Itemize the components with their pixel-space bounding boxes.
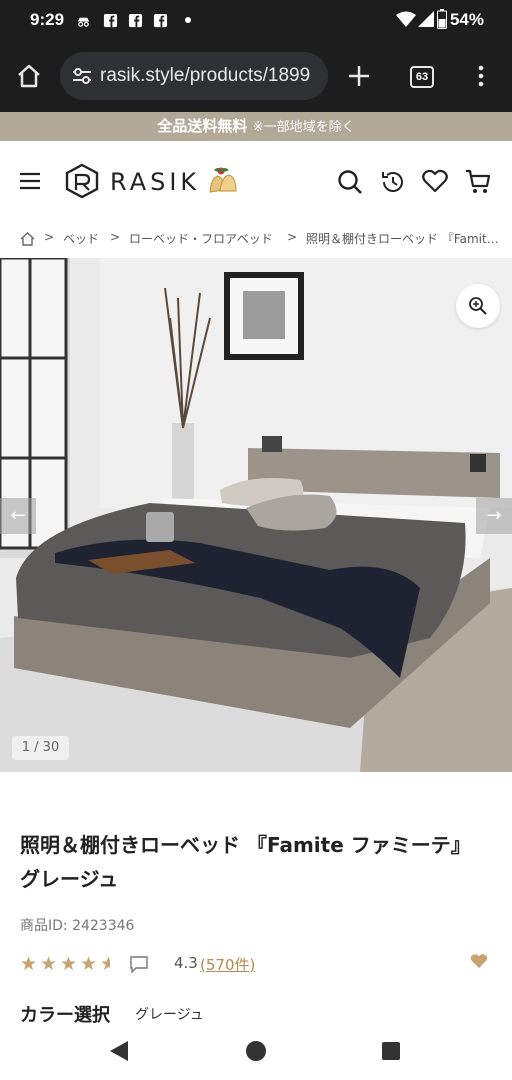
product-photo-bedroom: [0, 258, 512, 772]
battery-icon: [437, 9, 447, 29]
history-icon[interactable]: [380, 169, 406, 195]
breadcrumb-item-bed[interactable]: ベッド: [63, 230, 99, 247]
breadcrumb: > ベッド > ローベッド・フロアベッド > 照明＆棚付きローベッド 『Fami…: [0, 223, 512, 257]
review-comment-icon: [130, 956, 148, 973]
arrow-left-icon: ←: [10, 505, 26, 526]
wifi-icon: [396, 11, 416, 27]
shipping-promo-banner: 全品送料無料 ※一部地域を除く: [0, 112, 512, 141]
more-menu-icon[interactable]: [476, 64, 486, 88]
home-button-icon[interactable]: [245, 1040, 267, 1062]
facebook-icon: [103, 13, 118, 28]
gallery-counter: 1 / 30: [12, 736, 69, 760]
status-time: 9:29: [30, 10, 65, 29]
cart-icon[interactable]: [465, 169, 491, 195]
product-id: 商品ID: 2423346: [20, 918, 135, 934]
recents-icon[interactable]: [381, 1041, 401, 1061]
breadcrumb-separator: >: [110, 230, 121, 244]
site-logo[interactable]: RASIK: [110, 168, 200, 196]
dot-icon: [185, 17, 191, 23]
star-half-icon: ★: [100, 953, 110, 975]
zoom-button[interactable]: [456, 284, 500, 328]
home-icon[interactable]: [16, 64, 42, 88]
breadcrumb-item-current: 照明＆棚付きローベッド 『Famit…: [306, 232, 499, 246]
product-title: 照明＆棚付きローベッド 『Famite ファミーテ』グレージュ: [20, 833, 471, 891]
arrow-right-icon: →: [486, 505, 502, 526]
site-settings-icon[interactable]: [72, 67, 92, 85]
promo-main-text: 全品送料無料: [157, 117, 248, 135]
url-bar[interactable]: rasik.style/products/1899: [60, 52, 328, 100]
tab-switcher-icon[interactable]: 63: [410, 66, 434, 88]
star-icon: ★: [60, 953, 78, 975]
url-text: rasik.style/products/1899: [100, 65, 311, 86]
site-header: RASIK: [0, 141, 512, 223]
star-icon: ★: [80, 953, 98, 975]
product-rating: ★ ★ ★ ★ ★ 4.3 (570件): [20, 953, 500, 975]
rasik-logo-icon[interactable]: [64, 163, 100, 199]
heart-icon[interactable]: [422, 169, 448, 193]
search-icon[interactable]: [337, 169, 363, 195]
star-icon: ★: [20, 953, 38, 975]
facebook-icon: [128, 13, 143, 28]
color-selection-value[interactable]: グレージュ: [135, 1004, 204, 1024]
favorite-heart-icon[interactable]: [470, 953, 488, 969]
back-icon[interactable]: [108, 1040, 130, 1062]
incognito-icon: [77, 17, 90, 27]
breadcrumb-separator: >: [287, 230, 298, 244]
zoom-in-icon: [469, 297, 487, 315]
status-bar: 9:29 54%: [0, 0, 512, 40]
rating-score: 4.3: [174, 954, 198, 972]
home-icon[interactable]: [20, 232, 35, 246]
battery-percent: 54%: [449, 10, 484, 29]
star-icon: ★: [40, 953, 58, 975]
browser-toolbar: rasik.style/products/1899 63: [0, 40, 512, 112]
review-count-link[interactable]: (570件): [200, 954, 255, 975]
breadcrumb-item-low-bed[interactable]: ローベッド・フロアベッド: [129, 230, 273, 247]
system-nav-bar: [0, 1030, 512, 1080]
product-image-gallery[interactable]: ← → 1 / 30: [0, 258, 512, 772]
new-tab-icon[interactable]: [348, 65, 370, 87]
gallery-next-button[interactable]: →: [476, 498, 512, 534]
signal-icon: [418, 11, 434, 27]
facebook-icon: [153, 13, 168, 28]
color-selection-label: カラー選択: [20, 1005, 110, 1026]
gallery-prev-button[interactable]: ←: [0, 498, 36, 534]
hamburger-menu-icon[interactable]: [19, 171, 41, 191]
bells-decoration-icon: [209, 167, 237, 193]
promo-sub-text: ※一部地域を除く: [252, 120, 355, 135]
breadcrumb-separator: >: [44, 230, 55, 244]
